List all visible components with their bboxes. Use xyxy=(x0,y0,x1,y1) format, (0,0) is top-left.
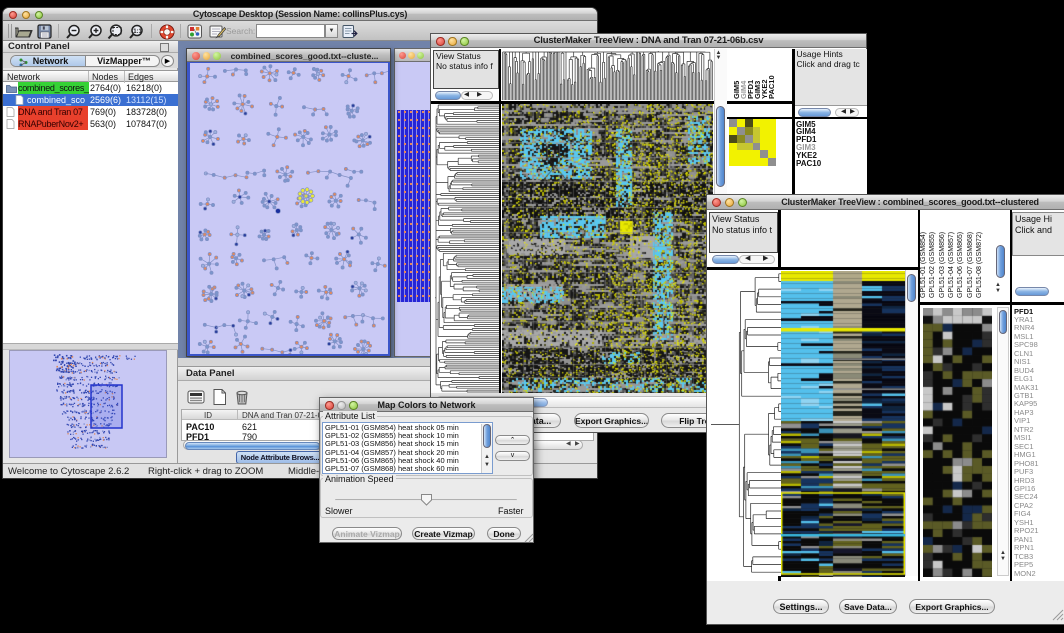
svg-text:1:1: 1:1 xyxy=(133,29,142,35)
